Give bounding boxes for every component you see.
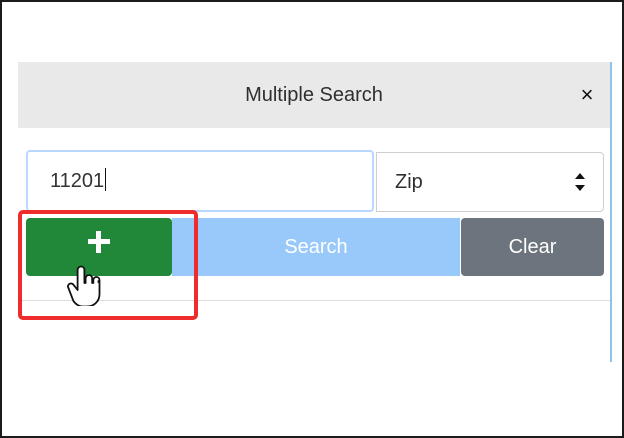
search-button[interactable]: Search (172, 218, 460, 276)
search-type-value: Zip (395, 171, 423, 193)
add-button-highlight (18, 210, 198, 320)
search-input-value: 11201 (50, 170, 105, 192)
text-cursor (105, 168, 107, 191)
panel-right-border (610, 62, 612, 362)
dialog-title: Multiple Search (245, 84, 383, 106)
close-icon[interactable]: × (576, 84, 598, 106)
clear-button[interactable]: Clear (461, 218, 604, 276)
search-type-select[interactable]: Zip (376, 152, 604, 212)
sort-arrows-icon (575, 173, 585, 191)
dialog-header: Multiple Search × (18, 62, 610, 128)
hand-cursor-icon (67, 265, 101, 306)
search-input[interactable]: 11201 (26, 150, 374, 212)
